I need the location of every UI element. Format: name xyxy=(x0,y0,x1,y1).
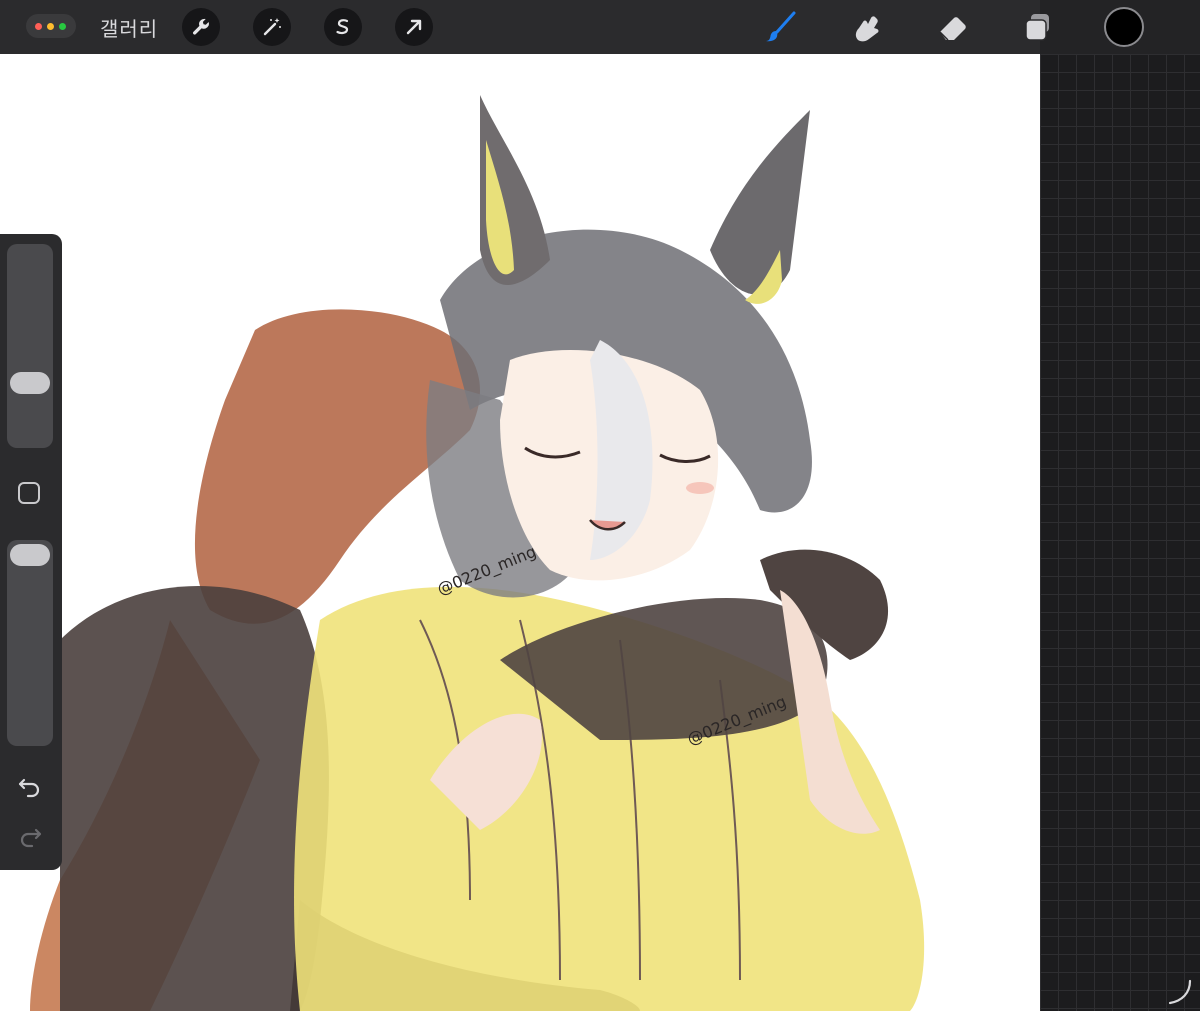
actions-button[interactable] xyxy=(182,8,220,46)
magic-wand-icon xyxy=(263,18,281,36)
smudge-tool[interactable] xyxy=(848,8,886,46)
top-toolbar: 갤러리 xyxy=(0,0,1200,54)
close-dot[interactable] xyxy=(35,23,42,30)
opacity-thumb[interactable] xyxy=(10,544,50,566)
smudge-icon xyxy=(855,16,879,42)
layers-tool[interactable] xyxy=(1019,8,1057,46)
adjustments-button[interactable] xyxy=(253,8,291,46)
gallery-button[interactable]: 갤러리 xyxy=(100,13,158,42)
selection-icon xyxy=(336,19,349,35)
modify-button[interactable] xyxy=(18,482,40,504)
transform-button[interactable] xyxy=(395,8,433,46)
transform-arrow-icon xyxy=(406,19,422,35)
brush-size-slider[interactable] xyxy=(7,244,53,448)
corner-handle-icon[interactable] xyxy=(1164,977,1194,1007)
window-controls[interactable] xyxy=(26,14,76,38)
opacity-slider[interactable] xyxy=(7,540,53,746)
artwork: @0220_ming @0220_ming xyxy=(30,95,925,1011)
redo-icon[interactable] xyxy=(16,824,44,848)
wrench-icon xyxy=(193,18,209,35)
eraser-tool[interactable] xyxy=(934,8,972,46)
maximize-dot[interactable] xyxy=(59,23,66,30)
brush-tool[interactable] xyxy=(762,8,800,46)
layers-icon xyxy=(1025,14,1049,41)
selection-button[interactable] xyxy=(324,8,362,46)
workspace-grid xyxy=(1040,54,1200,1011)
undo-icon[interactable] xyxy=(16,774,44,798)
color-picker[interactable] xyxy=(1104,7,1144,47)
left-sidebar xyxy=(0,234,62,870)
eraser-icon xyxy=(939,17,966,41)
brush-icon xyxy=(766,11,796,42)
brush-size-thumb[interactable] xyxy=(10,372,50,394)
drawing-canvas[interactable]: @0220_ming @0220_ming xyxy=(0,54,1040,1011)
minimize-dot[interactable] xyxy=(47,23,54,30)
